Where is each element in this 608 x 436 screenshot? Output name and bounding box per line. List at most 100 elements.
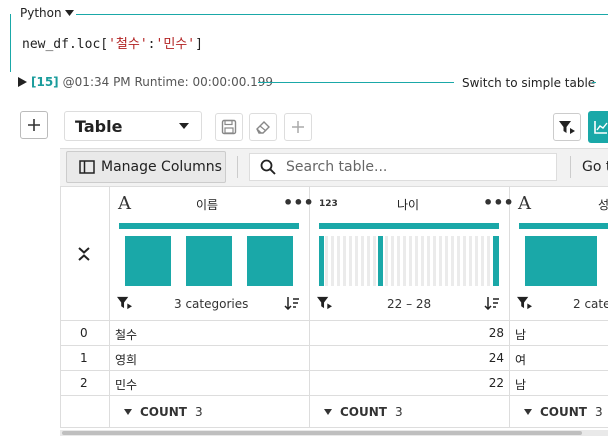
- filter-icon: [317, 296, 332, 310]
- code-string: '민수': [155, 37, 196, 52]
- code-string: '철수': [108, 37, 148, 52]
- histogram-bar[interactable]: [125, 236, 171, 286]
- caret-down-icon: [524, 409, 532, 415]
- clear-button[interactable]: [249, 113, 277, 141]
- count-label: COUNT: [140, 405, 187, 419]
- count-label: COUNT: [340, 405, 387, 419]
- sort-icon: [284, 297, 299, 310]
- cell-border-left: [10, 14, 11, 72]
- count-footer[interactable]: COUNT 3: [124, 405, 203, 419]
- switch-simple-table-link[interactable]: Switch to simple table: [462, 76, 595, 90]
- filter-icon: [117, 296, 132, 310]
- age-histogram[interactable]: [319, 236, 499, 286]
- code-text: new_df.loc[: [22, 37, 109, 52]
- histogram-bar[interactable]: [186, 236, 232, 286]
- column-menu-icon[interactable]: •••: [483, 193, 514, 212]
- collapse-icon: [78, 247, 90, 261]
- count-value: 3: [394, 405, 403, 419]
- view-select[interactable]: Table: [64, 111, 202, 141]
- goto-label[interactable]: Go t: [582, 159, 608, 175]
- cell-gender[interactable]: 여: [515, 351, 526, 368]
- column-summary: 3 categories: [174, 297, 249, 311]
- sort-button[interactable]: [284, 296, 300, 310]
- column-summary: 22 – 28: [387, 297, 432, 311]
- caret-down-icon: [324, 409, 332, 415]
- column-summary: 2 cate: [573, 297, 608, 311]
- view-select-value: Table: [75, 116, 123, 136]
- divider: [309, 186, 310, 428]
- column-indicator-bar: [119, 223, 299, 229]
- divider: [60, 186, 608, 187]
- count-footer[interactable]: COUNT 3: [324, 405, 403, 419]
- caret-down-icon: [64, 10, 74, 16]
- column-filter-button[interactable]: [116, 295, 133, 310]
- count-value: 3: [194, 405, 203, 419]
- search-icon: [260, 159, 276, 175]
- chart-button[interactable]: [588, 111, 608, 143]
- divider: [60, 370, 608, 371]
- code-text: :: [147, 37, 156, 52]
- column-header-age[interactable]: 나이: [397, 196, 419, 213]
- code-editor[interactable]: new_df.loc['철수':'민수']: [22, 33, 203, 52]
- divider: [60, 427, 608, 428]
- collapse-headers-button[interactable]: [77, 246, 91, 262]
- filter-icon: [559, 121, 575, 134]
- language-selector[interactable]: Python: [18, 6, 76, 20]
- count-label: COUNT: [540, 405, 587, 419]
- column-filter-button[interactable]: [516, 295, 533, 310]
- run-info: @01:34 PM Runtime: 00:00:00.199: [62, 75, 274, 89]
- divider: [109, 186, 110, 428]
- cell-name[interactable]: 철수: [115, 326, 137, 343]
- run-index: [15]: [31, 75, 59, 89]
- cell-age[interactable]: 22: [470, 376, 504, 390]
- row-index: 2: [80, 376, 88, 390]
- column-filter-button[interactable]: [316, 295, 333, 310]
- column-indicator-bar: [519, 223, 608, 229]
- sort-icon: [484, 297, 499, 310]
- divider: [592, 82, 596, 83]
- caret-down-icon: [124, 409, 132, 415]
- cell-age[interactable]: 28: [470, 326, 504, 340]
- chart-icon: [594, 121, 608, 134]
- plus-icon: [28, 119, 40, 131]
- save-icon: [221, 119, 237, 135]
- search-box: [249, 153, 557, 181]
- save-button[interactable]: [215, 113, 243, 141]
- plus-icon: [292, 121, 304, 133]
- cell-gender[interactable]: 남: [515, 326, 526, 343]
- manage-columns-button[interactable]: Manage Columns: [66, 151, 226, 183]
- histogram-bar[interactable]: [525, 236, 597, 286]
- histogram-bar[interactable]: [247, 236, 293, 286]
- language-label: Python: [20, 6, 62, 20]
- scrollbar-thumb[interactable]: [62, 431, 582, 435]
- sort-button[interactable]: [484, 296, 500, 310]
- cell-name[interactable]: 민수: [115, 376, 137, 393]
- count-footer[interactable]: COUNT 3: [524, 405, 603, 419]
- run-status: [15] @01:34 PM Runtime: 00:00:00.199: [18, 75, 273, 89]
- add-button[interactable]: [284, 113, 312, 141]
- divider: [509, 186, 510, 428]
- column-header-name[interactable]: 이름: [196, 196, 218, 213]
- column-header-gender[interactable]: 성: [598, 196, 608, 213]
- row-index: 0: [80, 326, 88, 340]
- divider: [60, 395, 608, 396]
- add-cell-button[interactable]: [20, 111, 48, 139]
- column-menu-icon[interactable]: •••: [283, 193, 314, 212]
- caret-down-icon: [179, 123, 189, 129]
- filter-icon: [517, 296, 532, 310]
- cell-gender[interactable]: 남: [515, 376, 526, 393]
- text-type-icon: A: [118, 193, 131, 214]
- cell-name[interactable]: 영희: [115, 351, 137, 368]
- divider: [258, 82, 454, 83]
- filter-button[interactable]: [553, 113, 581, 141]
- histogram-chart: [319, 236, 499, 286]
- search-input[interactable]: [284, 158, 548, 176]
- cell-age[interactable]: 24: [470, 351, 504, 365]
- divider: [570, 156, 571, 178]
- count-value: 3: [594, 405, 603, 419]
- expand-output-icon[interactable]: [18, 77, 27, 87]
- number-type-icon: 123: [319, 199, 338, 209]
- text-type-icon: A: [518, 193, 531, 214]
- eraser-icon: [256, 121, 270, 134]
- column-indicator-bar: [319, 223, 499, 229]
